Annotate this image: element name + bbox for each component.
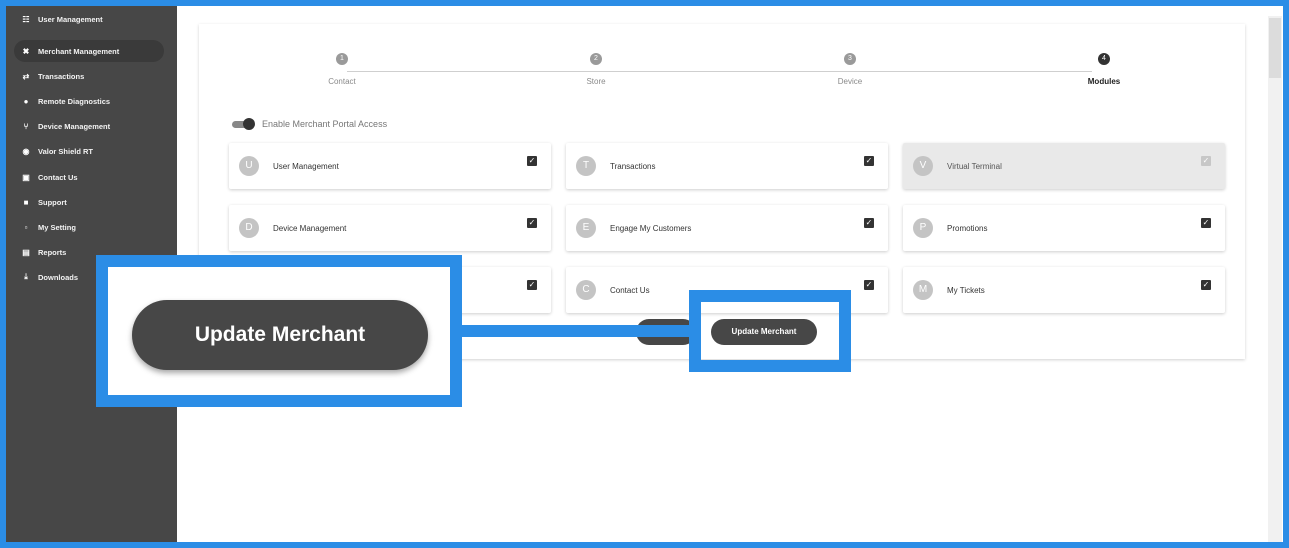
sidebar-item-label: My Setting	[38, 222, 76, 232]
module-name: Device Management	[273, 223, 347, 233]
sidebar-item-user-management[interactable]: ☷ User Management	[18, 8, 103, 30]
dot-icon: ●	[23, 96, 29, 106]
sidebar-item-label: Transactions	[38, 71, 85, 81]
support-icon: ■	[23, 197, 29, 207]
sidebar-item-label: Device Management	[38, 121, 111, 131]
sidebar-item-valor-shield[interactable]: ◉ Valor Shield RT	[18, 140, 94, 162]
module-checkbox[interactable]: ✓	[1201, 280, 1211, 290]
step-number: 2	[590, 53, 602, 65]
update-merchant-zoom-button: Update Merchant	[132, 300, 428, 370]
module-name: Engage My Customers	[610, 223, 692, 233]
module-name: User Management	[273, 161, 339, 171]
step-device[interactable]: 3 Device	[800, 53, 900, 86]
device-icon: ⑂	[23, 121, 29, 131]
report-icon: ▤	[22, 247, 30, 257]
module-checkbox[interactable]: ✓	[527, 280, 537, 290]
sidebar-item-support[interactable]: ■ Support	[18, 191, 67, 213]
sidebar-item-label: Remote Diagnostics	[38, 96, 111, 106]
toggle-knob	[243, 118, 255, 130]
sidebar-item-downloads[interactable]: ⤓ Downloads	[18, 266, 78, 288]
step-store[interactable]: 2 Store	[546, 53, 646, 86]
sidebar-item-label: Reports	[38, 247, 67, 257]
settings-icon: ▫	[24, 222, 28, 232]
module-card-transactions[interactable]: T Transactions ✓	[566, 143, 888, 189]
module-checkbox[interactable]: ✓	[527, 156, 537, 166]
callout-highlight-box	[689, 290, 851, 372]
step-number: 4	[1098, 53, 1110, 65]
module-card-device-management[interactable]: D Device Management ✓	[229, 205, 551, 251]
sidebar-item-remote-diagnostics[interactable]: ● Remote Diagnostics	[18, 90, 111, 112]
step-modules[interactable]: 4 Modules	[1054, 53, 1154, 86]
module-avatar: T	[576, 156, 596, 176]
module-card-virtual-terminal: V Virtual Terminal ✓	[903, 143, 1225, 189]
module-name: Promotions	[947, 223, 988, 233]
module-card-my-tickets[interactable]: M My Tickets ✓	[903, 267, 1225, 313]
sidebar-item-reports[interactable]: ▤ Reports	[18, 241, 66, 263]
step-number: 1	[336, 53, 348, 65]
app-window: ☷ User Management ✖ Merchant Management ⇄ T…	[0, 0, 1289, 548]
sidebar-item-label: Merchant Management	[38, 46, 120, 56]
arrows-icon: ⇄	[22, 71, 30, 81]
sidebar-item-label: Valor Shield RT	[38, 146, 94, 156]
step-label: Device	[837, 77, 863, 86]
module-checkbox[interactable]: ✓	[864, 218, 874, 228]
step-number: 3	[844, 53, 856, 65]
step-label: Modules	[1087, 77, 1121, 86]
cart-icon: ✖	[22, 46, 30, 56]
module-checkbox[interactable]: ✓	[1201, 218, 1211, 228]
users-icon: ☷	[22, 14, 30, 24]
step-contact[interactable]: 1 Contact	[292, 53, 392, 86]
sidebar-item-label: Downloads	[38, 272, 79, 282]
module-checkbox[interactable]: ✓	[864, 280, 874, 290]
portal-access-toggle[interactable]	[230, 118, 256, 130]
module-avatar: V	[913, 156, 933, 176]
module-name: Virtual Terminal	[947, 161, 1002, 171]
shield-icon: ◉	[22, 146, 30, 156]
sidebar-item-merchant-management[interactable]: ✖ Merchant Management	[14, 40, 164, 62]
module-checkbox: ✓	[1201, 156, 1211, 166]
sidebar-item-label: User Management	[38, 14, 103, 24]
portal-access-label: Enable Merchant Portal Access	[262, 119, 388, 129]
module-name: My Tickets	[947, 285, 985, 295]
module-card-engage-my-customers[interactable]: E Engage My Customers ✓	[566, 205, 888, 251]
callout-connector	[455, 325, 698, 337]
sidebar-item-label: Contact Us	[38, 172, 78, 182]
stepper-line	[347, 71, 1092, 72]
step-label: Contact	[328, 77, 356, 86]
module-card-promotions[interactable]: P Promotions ✓	[903, 205, 1225, 251]
module-checkbox[interactable]: ✓	[527, 218, 537, 228]
module-name: Contact Us	[610, 285, 650, 295]
download-icon: ⤓	[24, 272, 28, 281]
module-avatar: C	[576, 280, 596, 300]
module-name: Transactions	[610, 161, 656, 171]
module-avatar: P	[913, 218, 933, 238]
sidebar-item-transactions[interactable]: ⇄ Transactions	[18, 65, 85, 87]
sidebar-item-contact-us[interactable]: ▣ Contact Us	[18, 166, 78, 188]
module-checkbox[interactable]: ✓	[864, 156, 874, 166]
sidebar-item-label: Support	[38, 197, 67, 207]
step-label: Store	[586, 77, 606, 86]
contact-icon: ▣	[22, 172, 30, 182]
portal-access-row: Enable Merchant Portal Access	[230, 118, 387, 130]
module-card-user-management[interactable]: U User Management ✓	[229, 143, 551, 189]
sidebar-item-device-management[interactable]: ⑂ Device Management	[18, 115, 111, 137]
sidebar-item-my-setting[interactable]: ▫ My Setting	[18, 216, 76, 238]
scrollbar[interactable]	[1268, 16, 1282, 542]
module-avatar: M	[913, 280, 933, 300]
module-avatar: D	[239, 218, 259, 238]
module-avatar: U	[239, 156, 259, 176]
module-avatar: E	[576, 218, 596, 238]
scrollbar-thumb[interactable]	[1269, 18, 1281, 78]
